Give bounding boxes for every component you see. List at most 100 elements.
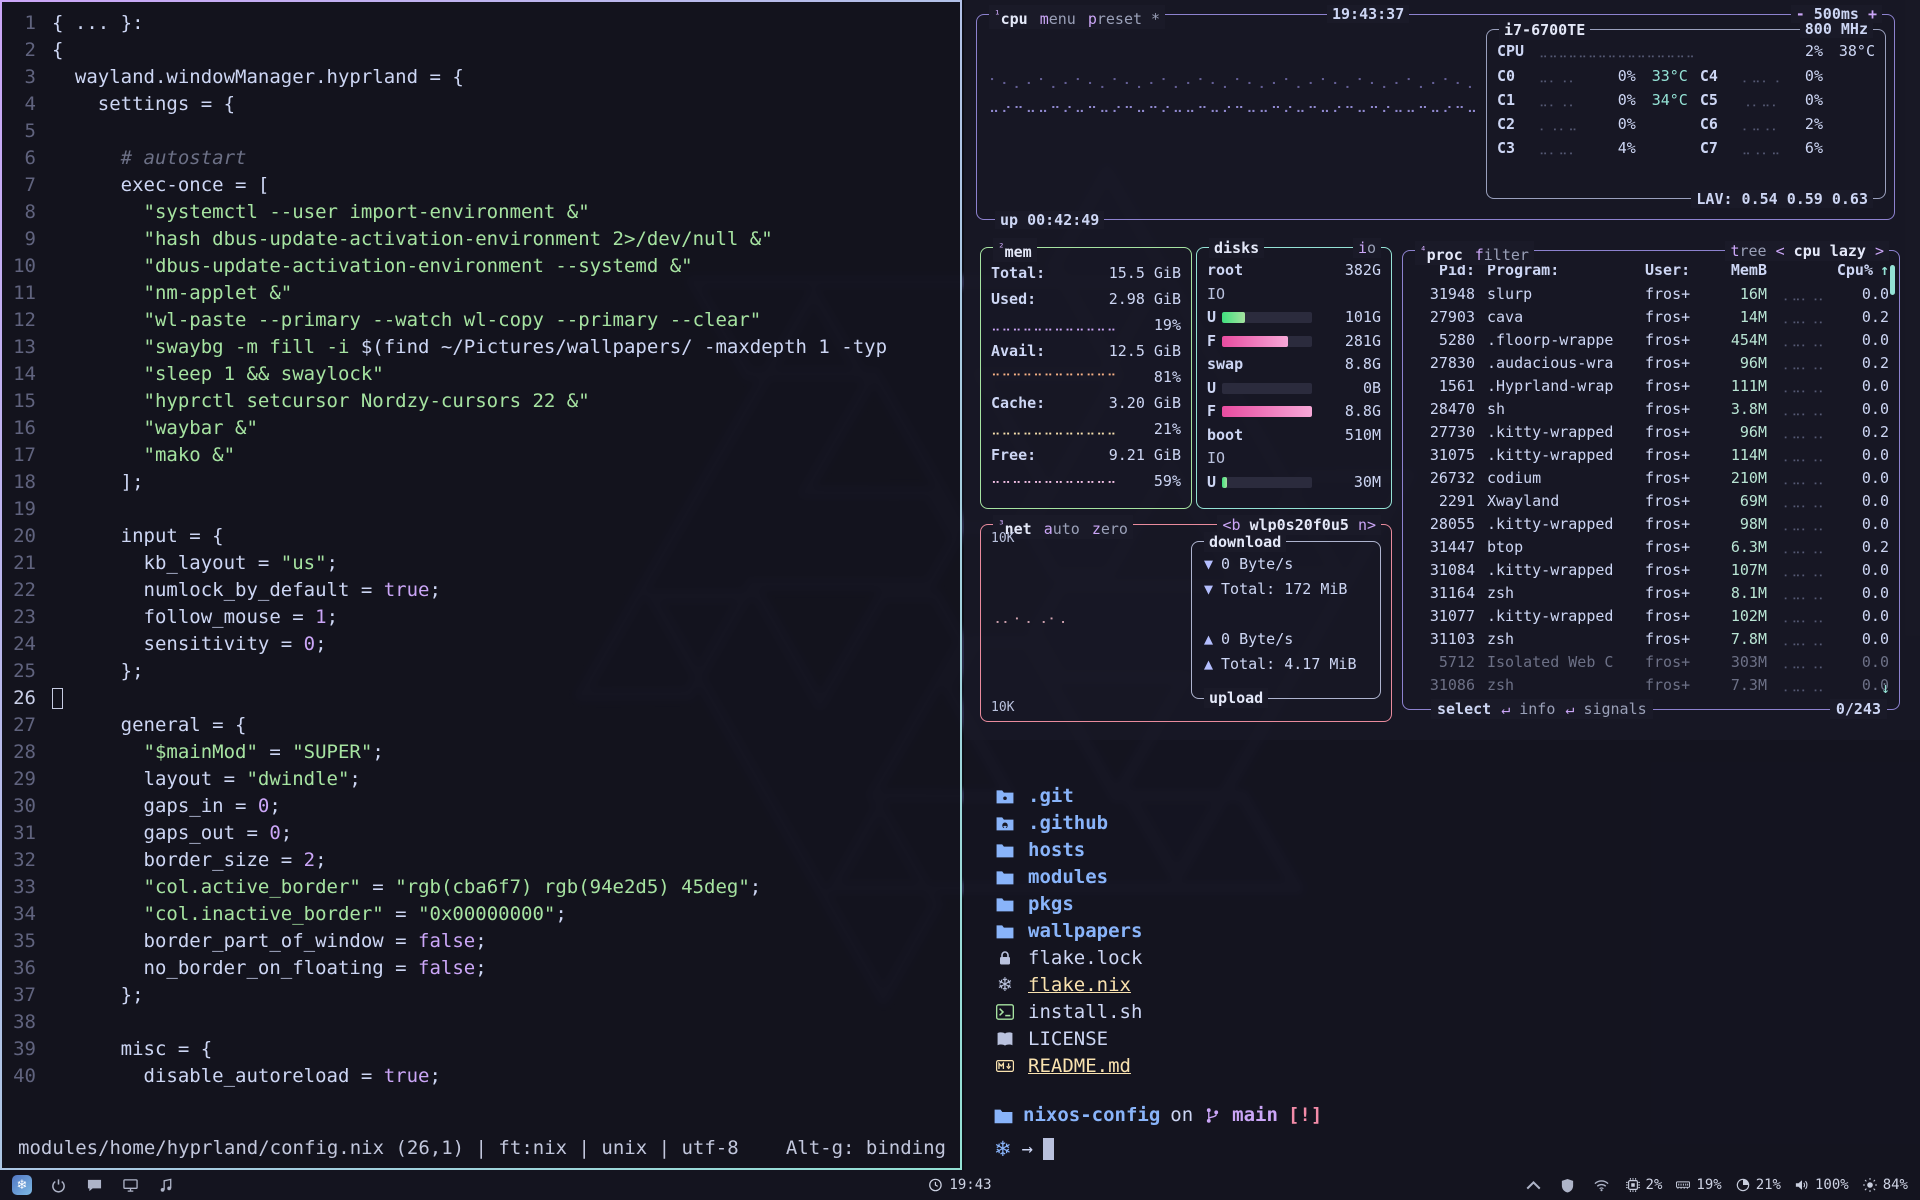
btop-window: ¹cpu menu preset * 19:43:37 - 500ms + ⠁⠂… — [964, 0, 1920, 740]
process-row[interactable]: 31948slurpfros+16M⡀⣀⡀⢀⡀0.0 — [1413, 283, 1889, 306]
code-line[interactable]: 15 "hyprctl setcursor Nordzy-cursors 22 … — [2, 388, 960, 415]
io-mode-button[interactable]: io — [1353, 238, 1381, 258]
code-line[interactable]: 18 ]; — [2, 469, 960, 496]
code-line[interactable]: 12 "wl-paste --primary --watch wl-copy -… — [2, 307, 960, 334]
taskbar-clock[interactable]: 19:43 — [928, 1177, 991, 1193]
code-line[interactable]: 26 — [2, 685, 960, 712]
scroll-down-indicator[interactable]: ↓ — [1881, 679, 1890, 697]
brightness[interactable]: 84% — [1863, 1177, 1908, 1193]
scroll-up-indicator[interactable]: ↑ — [1873, 261, 1889, 279]
code-line[interactable]: 38 — [2, 1009, 960, 1036]
process-row[interactable]: 27730.kitty-wrappedfros+96M⡀⣀⡀⢀⡀0.2 — [1413, 421, 1889, 444]
security-tray-icon[interactable] — [1558, 1175, 1578, 1195]
process-row[interactable]: 26732codiumfros+210M⡀⣀⡀⢀⡀0.0 — [1413, 467, 1889, 490]
disk-usage[interactable]: 21% — [1736, 1177, 1781, 1193]
code-line[interactable]: 25 }; — [2, 658, 960, 685]
process-row[interactable]: 31086zshfros+7.3M⡀⣀⡀⢀⡀0.0 — [1413, 674, 1889, 697]
file-name: flake.lock — [1028, 947, 1142, 969]
process-row[interactable]: 1561.Hyprland-wrapfros+111M⡀⣀⡀⢀⡀0.0 — [1413, 375, 1889, 398]
code-line[interactable]: 14 "sleep 1 && swaylock" — [2, 361, 960, 388]
memory-stat-row: Avail:12.5 GiB — [991, 338, 1181, 364]
ram-icon — [1676, 1178, 1690, 1192]
code-line[interactable]: 24 sensitivity = 0; — [2, 631, 960, 658]
code-line[interactable]: 21 kb_layout = "us"; — [2, 550, 960, 577]
code-line[interactable]: 31 gaps_out = 0; — [2, 820, 960, 847]
code-line[interactable]: 29 layout = "dwindle"; — [2, 766, 960, 793]
iface-next-button: n> — [1358, 516, 1376, 534]
process-row[interactable]: 27903cavafros+14M⡀⣀⡀⢀⡀0.2 — [1413, 306, 1889, 329]
code-line[interactable]: 19 — [2, 496, 960, 523]
code-editor[interactable]: 1{ ... }:2{3 wayland.windowManager.hyprl… — [2, 2, 960, 1090]
process-row[interactable]: 31075.kitty-wrappedfros+114M⡀⣀⡀⢀⡀0.0 — [1413, 444, 1889, 467]
file-name: hosts — [1028, 839, 1085, 861]
code-line[interactable]: 34 "col.inactive_border" = "0x00000000"; — [2, 901, 960, 928]
notifications-icon[interactable] — [84, 1175, 104, 1195]
workspaces-icon[interactable] — [120, 1175, 140, 1195]
github-folder-icon — [994, 815, 1016, 831]
preset-button[interactable]: preset * — [1088, 9, 1160, 29]
code-line[interactable]: 10 "dbus-update-activation-environment -… — [2, 253, 960, 280]
network-tray-icon[interactable] — [1592, 1175, 1612, 1195]
cpu-usage[interactable]: 2% — [1626, 1177, 1663, 1193]
process-row[interactable]: 2291Xwaylandfros+69M⡀⣀⡀⢀⡀0.0 — [1413, 490, 1889, 513]
code-line[interactable]: 11 "nm-applet &" — [2, 280, 960, 307]
code-line[interactable]: 2{ — [2, 37, 960, 64]
code-line[interactable]: 1{ ... }: — [2, 10, 960, 37]
code-line[interactable]: 22 numlock_by_default = true; — [2, 577, 960, 604]
editor-statusline: modules/home/hyprland/config.nix (26,1) … — [18, 1135, 946, 1162]
process-row[interactable]: 31164zshfros+8.1M⡀⣀⡀⢀⡀0.0 — [1413, 582, 1889, 605]
code-line[interactable]: 37 }; — [2, 982, 960, 1009]
code-line[interactable]: 35 border_part_of_window = false; — [2, 928, 960, 955]
code-line[interactable]: 30 gaps_in = 0; — [2, 793, 960, 820]
code-line[interactable]: 23 follow_mouse = 1; — [2, 604, 960, 631]
load-average: LAV: 0.54 0.59 0.63 — [1691, 190, 1873, 208]
tray-expand-icon[interactable] — [1524, 1175, 1544, 1195]
code-line[interactable]: 9 "hash dbus-update-activation-environme… — [2, 226, 960, 253]
editor-cursor — [52, 688, 63, 709]
disk-meter-row: U0B — [1207, 377, 1381, 401]
process-row[interactable]: 5712Isolated Web Cfros+303M⡀⣀⡀⢀⡀0.0 — [1413, 651, 1889, 674]
code-line[interactable]: 33 "col.active_border" = "rgb(cba6f7) rg… — [2, 874, 960, 901]
net-zero-button[interactable]: zero — [1092, 519, 1128, 539]
code-line[interactable]: 20 input = { — [2, 523, 960, 550]
app-launcher-icon[interactable]: ❄ — [12, 1175, 32, 1195]
code-line[interactable]: 39 misc = { — [2, 1036, 960, 1063]
signals-action[interactable]: ↵ signals — [1565, 699, 1646, 719]
info-action[interactable]: ↵ info — [1501, 699, 1555, 719]
process-row[interactable]: 31084.kitty-wrappedfros+107M⡀⣀⡀⢀⡀0.0 — [1413, 559, 1889, 582]
sort-selector[interactable]: < cpu lazy > — [1776, 242, 1884, 260]
media-player-icon[interactable] — [156, 1175, 176, 1195]
code-line[interactable]: 36 no_border_on_floating = false; — [2, 955, 960, 982]
process-row[interactable]: 28055.kitty-wrappedfros+98M⡀⣀⡀⢀⡀0.0 — [1413, 513, 1889, 536]
process-row[interactable]: 31103zshfros+7.8M⡀⣀⡀⢀⡀0.0 — [1413, 628, 1889, 651]
code-line[interactable]: 5 — [2, 118, 960, 145]
memory-usage[interactable]: 19% — [1676, 1177, 1721, 1193]
code-line[interactable]: 4 settings = { — [2, 91, 960, 118]
process-row[interactable]: 27830.audacious-wrafros+96M⡀⣀⡀⢀⡀0.2 — [1413, 352, 1889, 375]
code-line[interactable]: 32 border_size = 2; — [2, 847, 960, 874]
process-row[interactable]: 5280.floorp-wrappefros+454M⡀⣀⡀⢀⡀0.0 — [1413, 329, 1889, 352]
code-line[interactable]: 6 # autostart — [2, 145, 960, 172]
code-line[interactable]: 8 "systemctl --user import-environment &… — [2, 199, 960, 226]
select-action[interactable]: select — [1437, 699, 1491, 719]
filter-button[interactable]: filter — [1475, 245, 1529, 265]
menu-button[interactable]: menu — [1040, 9, 1076, 29]
net-auto-button[interactable]: auto — [1044, 519, 1080, 539]
code-line[interactable]: 17 "mako &" — [2, 442, 960, 469]
process-box-title: ⁴proc filter — [1415, 241, 1534, 265]
volume[interactable]: 100% — [1795, 1177, 1849, 1193]
code-line[interactable]: 3 wayland.windowManager.hyprland = { — [2, 64, 960, 91]
process-row[interactable]: 31447btopfros+6.3M⡀⣀⡀⢀⡀0.2 — [1413, 536, 1889, 559]
code-line[interactable]: 16 "waybar &" — [2, 415, 960, 442]
process-scrollbar[interactable] — [1890, 265, 1895, 295]
process-row[interactable]: 28470shfros+3.8M⡀⣀⡀⢀⡀0.0 — [1413, 398, 1889, 421]
shell-input-line[interactable]: ❄ → — [994, 1137, 1054, 1161]
code-line[interactable]: 27 general = { — [2, 712, 960, 739]
process-row[interactable]: 31077.kitty-wrappedfros+102M⡀⣀⡀⢀⡀0.0 — [1413, 605, 1889, 628]
code-line[interactable]: 28 "$mainMod" = "SUPER"; — [2, 739, 960, 766]
tree-toggle-button[interactable]: tree — [1730, 242, 1766, 260]
code-line[interactable]: 7 exec-once = [ — [2, 172, 960, 199]
power-menu-icon[interactable] — [48, 1175, 68, 1195]
code-line[interactable]: 13 "swaybg -m fill -i $(find ~/Pictures/… — [2, 334, 960, 361]
code-line[interactable]: 40 disable_autoreload = true; — [2, 1063, 960, 1090]
